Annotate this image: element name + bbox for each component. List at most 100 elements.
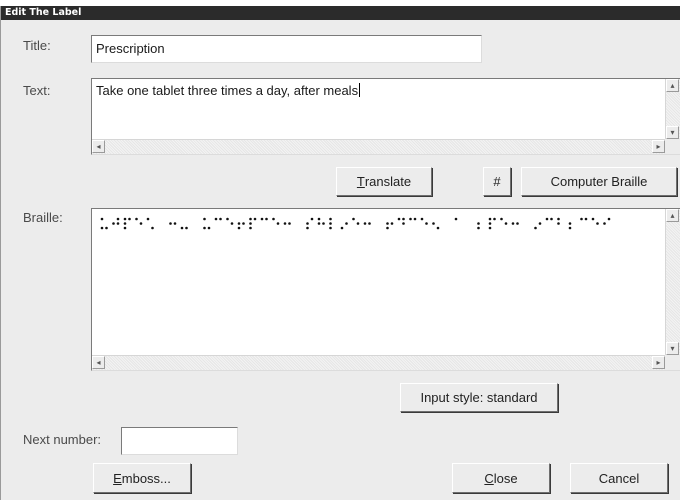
- braille-dot: [329, 226, 332, 230]
- braille-dot: [340, 226, 344, 230]
- braille-cell: [180, 226, 188, 230]
- text-content: Take one tablet three times a day, after…: [96, 83, 361, 98]
- braille-dot: [488, 217, 492, 221]
- braille-dot: [112, 222, 115, 225]
- braille-cell: [112, 217, 120, 225]
- braille-dot: [219, 217, 222, 221]
- braille-dot: [329, 217, 332, 221]
- scroll-up-arrow-icon[interactable]: ▴: [666, 209, 679, 222]
- braille-dot: [345, 222, 348, 225]
- braille-dot: [173, 222, 177, 225]
- braille-cell: [340, 222, 348, 230]
- braille-dot: [123, 222, 127, 225]
- braille-dot: [116, 217, 120, 221]
- braille-dot: [584, 217, 588, 221]
- braille-dot: [420, 217, 424, 221]
- braille-dot: [288, 222, 291, 225]
- braille-vertical-scrollbar[interactable]: ▴ ▾: [665, 209, 680, 355]
- braille-cell: [203, 217, 211, 230]
- text-vertical-scrollbar[interactable]: ▴ ▾: [665, 79, 680, 139]
- close-button[interactable]: Close: [452, 463, 550, 493]
- computer-braille-button[interactable]: Computer Braille: [521, 167, 677, 196]
- scroll-left-arrow-icon[interactable]: ◂: [92, 140, 105, 153]
- braille-dot: [185, 226, 188, 230]
- braille-dot: [516, 222, 519, 225]
- scroll-right-arrow-icon[interactable]: ▸: [652, 356, 665, 369]
- braille-dot: [116, 222, 120, 225]
- braille-dot: [214, 217, 218, 221]
- braille-dot: [322, 222, 325, 225]
- translate-button[interactable]: Translate: [336, 167, 432, 196]
- braille-dot: [203, 217, 206, 221]
- braille-dot: [596, 222, 599, 225]
- scroll-corner: [665, 139, 680, 154]
- braille-dot: [504, 222, 508, 225]
- braille-dot: [260, 217, 264, 221]
- braille-dot: [151, 226, 154, 230]
- braille-dot: [488, 222, 492, 225]
- text-input-area[interactable]: Take one tablet three times a day, after…: [91, 78, 680, 155]
- braille-cell: [352, 217, 360, 225]
- braille-dot: [402, 222, 405, 225]
- next-number-input[interactable]: [121, 427, 238, 455]
- scroll-down-arrow-icon[interactable]: ▾: [666, 342, 679, 355]
- braille-cell: [146, 217, 154, 230]
- braille-dot: [545, 217, 549, 221]
- edit-label-dialog: Edit The Label Title: Prescription Text:…: [0, 6, 680, 500]
- braille-dot: [557, 222, 560, 225]
- braille-dot: [511, 222, 515, 225]
- braille-dot: [390, 222, 394, 225]
- text-label: Text:: [23, 83, 51, 98]
- next-number-label: Next number:: [23, 432, 102, 447]
- braille-cell: [169, 222, 177, 225]
- braille-output-area[interactable]: ▴ ▾ ◂ ▸: [91, 208, 680, 371]
- braille-cell: [591, 217, 599, 225]
- braille-cell: [100, 217, 108, 230]
- braille-dot: [128, 217, 131, 221]
- scroll-left-arrow-icon[interactable]: ◂: [92, 356, 105, 369]
- braille-dot: [409, 217, 412, 221]
- braille-horizontal-scrollbar[interactable]: ◂ ▸: [92, 355, 665, 370]
- scroll-right-arrow-icon[interactable]: ▸: [652, 140, 665, 153]
- braille-dot: [310, 217, 314, 221]
- braille-dot: [477, 222, 480, 225]
- braille-dot: [356, 222, 360, 225]
- braille-dot: [253, 217, 257, 221]
- scroll-corner: [665, 355, 680, 370]
- emboss-button[interactable]: Emboss...: [93, 463, 191, 493]
- scroll-down-arrow-icon[interactable]: ▾: [666, 126, 679, 139]
- braille-dot: [493, 217, 496, 221]
- braille-cell: [557, 217, 560, 225]
- braille-cell: [511, 222, 519, 225]
- input-style-button[interactable]: Input style: standard: [400, 383, 558, 412]
- braille-dot: [207, 226, 211, 230]
- braille-dot: [123, 217, 127, 221]
- braille-dot: [180, 226, 184, 230]
- braille-cell: [580, 217, 588, 221]
- braille-dot: [538, 222, 542, 225]
- braille-dot: [329, 222, 332, 225]
- number-sign-button[interactable]: #: [483, 167, 511, 196]
- braille-dot: [306, 222, 309, 225]
- braille-cell: [477, 222, 480, 230]
- braille-cell: [409, 217, 417, 221]
- braille-dot: [317, 217, 321, 221]
- title-label: Title:: [23, 38, 51, 53]
- cancel-button[interactable]: Cancel: [570, 463, 668, 493]
- scroll-up-arrow-icon[interactable]: ▴: [666, 79, 679, 92]
- title-input[interactable]: Prescription: [91, 35, 482, 63]
- braille-dot: [135, 217, 138, 221]
- braille-dot: [386, 222, 389, 225]
- braille-dot: [425, 222, 428, 225]
- braille-cell: [386, 222, 394, 230]
- braille-dot: [534, 226, 537, 230]
- braille-dot: [100, 217, 104, 221]
- braille-dot: [580, 217, 583, 221]
- braille-dot: [363, 222, 367, 225]
- braille-dot: [249, 222, 252, 225]
- braille-dot: [568, 222, 572, 225]
- text-horizontal-scrollbar[interactable]: ◂ ▸: [92, 139, 665, 154]
- braille-cell: [603, 217, 611, 225]
- braille-cell: [420, 217, 428, 225]
- braille-dot: [276, 222, 280, 225]
